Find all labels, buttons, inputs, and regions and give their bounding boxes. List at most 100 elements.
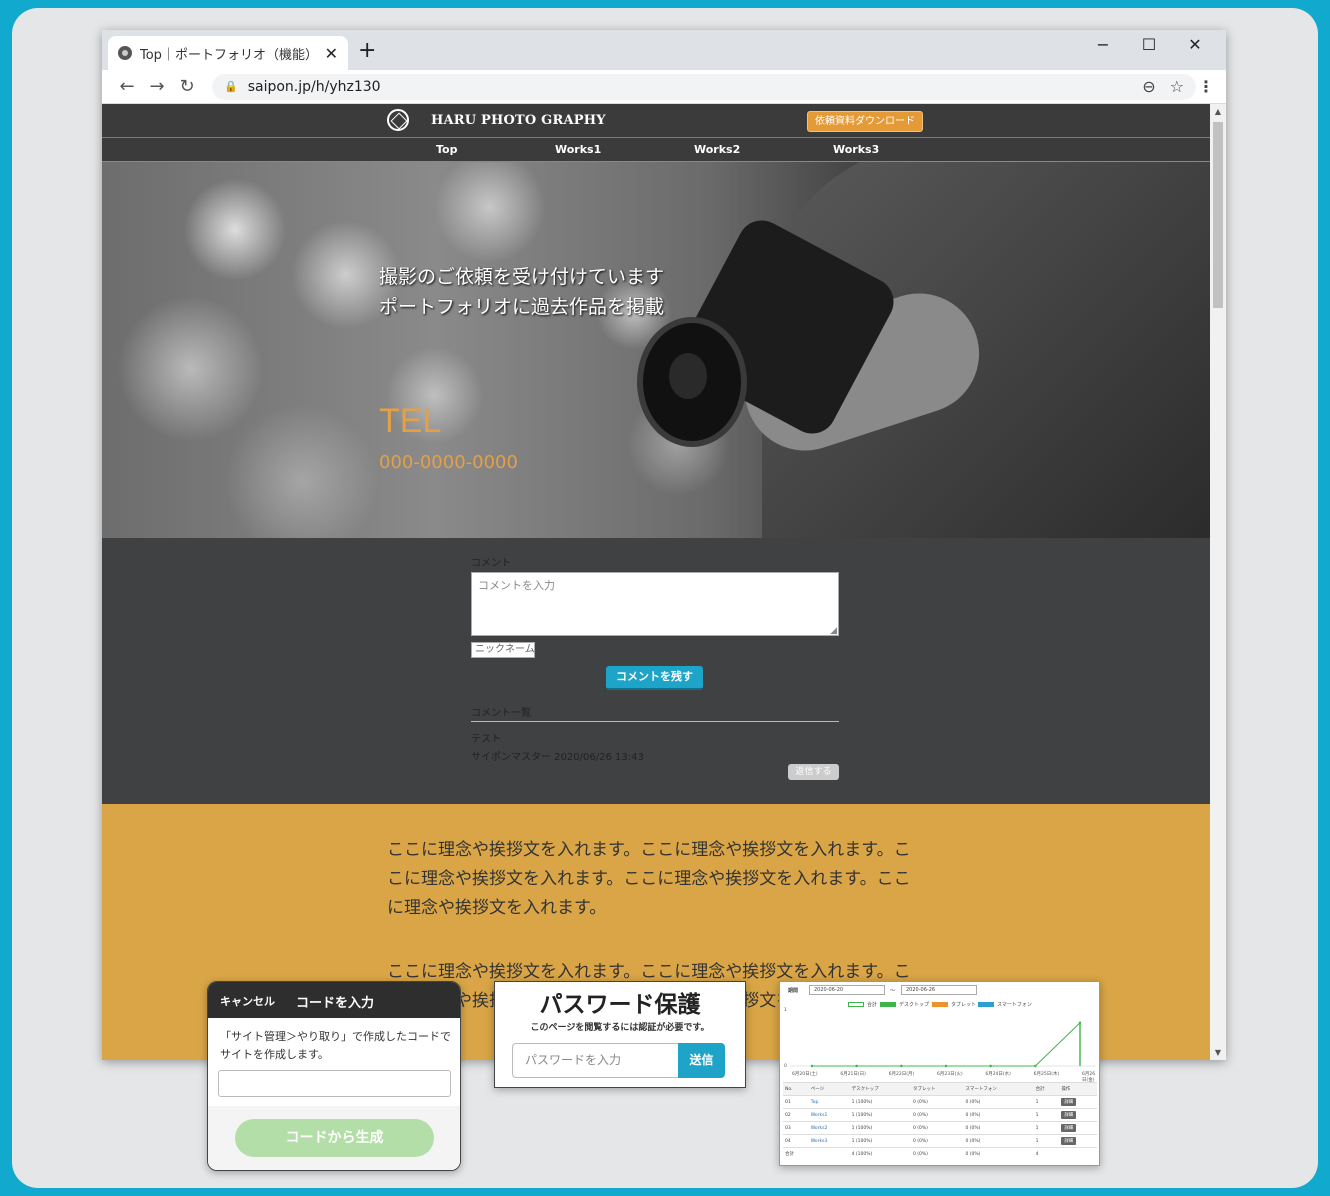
table-cell: 1: [1033, 1121, 1060, 1135]
leave-comment-button[interactable]: コメントを残す: [606, 666, 703, 690]
menu-kebab-icon[interactable]: ⋮: [1196, 77, 1216, 96]
access-stats-panel: 期間 2020-06-20 〜 2020-06-26 合計 デスクトップ タブレ…: [779, 981, 1100, 1166]
comment-textarea[interactable]: コメントを入力: [471, 572, 839, 636]
nav-item-works1[interactable]: Works1: [555, 143, 601, 156]
series-point: [1034, 1064, 1037, 1068]
col-page: ページ: [808, 1082, 850, 1096]
detail-cell[interactable]: 詳細: [1059, 1134, 1097, 1148]
comment-section: コメント コメントを入力 ニックネーム コメントを残す コメント一覧 テスト サ…: [102, 538, 1210, 804]
series-point: [855, 1064, 858, 1068]
window-controls: − ☐ ✕: [1080, 32, 1218, 58]
table-cell[interactable]: Works1: [808, 1108, 850, 1122]
legend-total: 合計: [848, 1001, 877, 1008]
detail-button[interactable]: 詳細: [1061, 1124, 1077, 1132]
reply-button[interactable]: 返信する: [788, 764, 839, 780]
series-line-1: [812, 1022, 1081, 1067]
table-cell: [808, 1147, 850, 1161]
tel-number[interactable]: 000-0000-0000: [379, 452, 518, 473]
password-submit-button[interactable]: 送信: [678, 1043, 725, 1078]
nav-item-works2[interactable]: Works2: [694, 143, 740, 156]
col-smartphone: スマートフォン: [963, 1082, 1034, 1096]
table-cell: 0 (0%): [963, 1134, 1034, 1148]
table-cell[interactable]: Top: [808, 1095, 850, 1109]
col-desktop: デスクトップ: [849, 1082, 911, 1096]
lock-icon: 🔒: [224, 80, 238, 93]
back-icon[interactable]: ←: [112, 76, 142, 97]
reload-icon[interactable]: ↻: [172, 76, 202, 97]
nickname-input[interactable]: ニックネーム: [471, 642, 535, 658]
scrollbar-thumb[interactable]: [1213, 122, 1223, 308]
zoom-icon[interactable]: ⊖: [1142, 77, 1155, 96]
new-tab-icon[interactable]: +: [358, 38, 376, 63]
hero-copy: 撮影のご依頼を受け付けています ポートフォリオに過去作品を掲載: [379, 262, 664, 322]
table-cell[interactable]: Works3: [808, 1134, 850, 1148]
detail-button[interactable]: 詳細: [1061, 1098, 1077, 1106]
legend-desktop-swatch: [880, 1002, 896, 1007]
table-cell: 0 (0%): [963, 1121, 1034, 1135]
y-tick-0: 0: [784, 1064, 787, 1069]
table-cell[interactable]: Works2: [808, 1121, 850, 1135]
detail-button[interactable]: 詳細: [1061, 1111, 1077, 1119]
legend-desktop: デスクトップ: [880, 1001, 929, 1008]
url-text: saipon.jp/h/yhz130: [247, 78, 381, 95]
minimize-icon[interactable]: −: [1080, 32, 1126, 58]
site-brand[interactable]: HARU PHOTO GRAPHY: [431, 113, 606, 128]
download-materials-button[interactable]: 依頼資料ダウンロード: [807, 111, 923, 132]
date-from-input[interactable]: 2020-06-20: [809, 985, 885, 995]
detail-button[interactable]: 詳細: [1061, 1137, 1077, 1145]
detail-cell[interactable]: 詳細: [1059, 1121, 1097, 1135]
date-to-input[interactable]: 2020-06-26: [901, 985, 977, 995]
comment-divider: [471, 721, 839, 722]
browser-tab[interactable]: Top｜ポートフォリオ（機能） ✕: [108, 36, 348, 70]
x-tick-label: 6月25日(木): [1033, 1072, 1060, 1077]
table-cell: 01: [783, 1095, 809, 1109]
x-tick-label: 6月23日(火): [937, 1072, 963, 1077]
close-window-icon[interactable]: ✕: [1172, 32, 1218, 58]
scroll-down-icon[interactable]: ▼: [1210, 1048, 1226, 1057]
password-protection-box: パスワード保護 このページを閲覧するには認証が必要です。 パスワードを入力 送信: [494, 981, 746, 1088]
hero-image: 撮影のご依頼を受け付けています ポートフォリオに過去作品を掲載 TEL 000-…: [102, 162, 1210, 538]
table-row: 04 Works3 1 (100%) 0 (0%) 0 (0%) 1 詳細: [783, 1134, 1097, 1148]
modal-cancel-button[interactable]: キャンセル: [220, 993, 275, 1009]
table-cell: 03: [783, 1121, 809, 1135]
code-input-modal: キャンセル コードを入力 「サイト管理＞やり取り」で作成したコードでサイトを作成…: [207, 981, 461, 1171]
hero-line-1: 撮影のご依頼を受け付けています: [379, 266, 665, 288]
forward-icon[interactable]: →: [142, 76, 172, 97]
address-bar[interactable]: 🔒 saipon.jp/h/yhz130 ⊖ ☆: [212, 73, 1196, 100]
comment-entry-meta: サイポンマスター 2020/06/26 13:43: [471, 752, 644, 763]
table-cell: 1: [1033, 1095, 1060, 1109]
legend-smartphone: スマートフォン: [978, 1001, 1032, 1008]
password-title: パスワード保護: [539, 992, 701, 1018]
about-paragraph-1: ここに理念や挨拶文を入れます。ここに理念や挨拶文を入れます。ここに理念や挨拶文を…: [387, 840, 911, 918]
col-action: 操作: [1059, 1082, 1097, 1096]
series-point: [810, 1064, 814, 1068]
scroll-up-icon[interactable]: ▲: [1210, 107, 1226, 116]
password-input[interactable]: パスワードを入力: [512, 1043, 678, 1078]
code-input[interactable]: [218, 1070, 451, 1097]
nav-item-works3[interactable]: Works3: [833, 143, 879, 156]
bookmark-star-icon[interactable]: ☆: [1170, 77, 1184, 96]
detail-cell[interactable]: 詳細: [1059, 1095, 1097, 1109]
maximize-icon[interactable]: ☐: [1126, 32, 1172, 58]
y-tick-1: 1: [784, 1008, 787, 1013]
nav-item-top[interactable]: Top: [436, 143, 457, 156]
stats-table: No. ページ デスクトップ タブレット スマートフォン 合計 操作 01 Top…: [783, 1082, 1097, 1161]
modal-description: 「サイト管理＞やり取り」で作成したコードでサイトを作成します。: [220, 1030, 451, 1061]
tel-label: TEL: [379, 402, 442, 440]
legend-tablet: タブレット: [932, 1001, 976, 1008]
stats-table-header: No. ページ デスクトップ タブレット スマートフォン 合計 操作: [783, 1082, 1097, 1096]
series-point: [989, 1064, 992, 1068]
table-cell: 04: [783, 1134, 809, 1148]
table-cell: 合計: [783, 1147, 809, 1161]
table-cell: 4: [1033, 1147, 1060, 1161]
detail-cell[interactable]: 詳細: [1059, 1108, 1097, 1122]
generate-from-code-button[interactable]: コードから生成: [235, 1119, 434, 1157]
table-cell: 1 (100%): [849, 1121, 911, 1135]
table-cell: 4 (100%): [849, 1147, 911, 1161]
vertical-scrollbar[interactable]: ▲ ▼: [1210, 104, 1226, 1060]
table-cell: 0 (0%): [910, 1121, 964, 1135]
table-cell: 0 (0%): [910, 1134, 964, 1148]
close-tab-icon[interactable]: ✕: [325, 44, 338, 63]
series-point: [944, 1064, 948, 1068]
page-viewport: HARU PHOTO GRAPHY 依頼資料ダウンロード Top Works1 …: [102, 104, 1210, 1060]
